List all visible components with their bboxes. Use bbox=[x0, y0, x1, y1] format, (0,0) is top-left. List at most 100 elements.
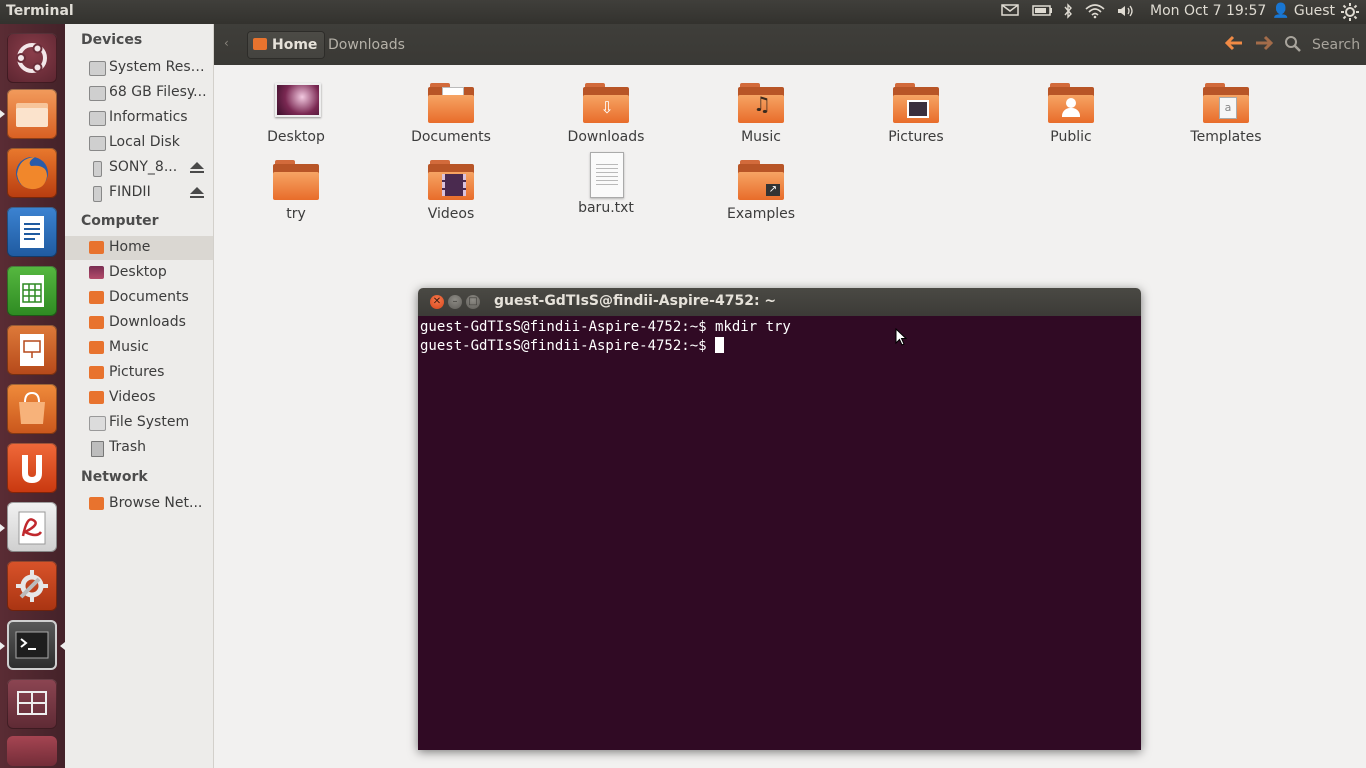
home-folder-icon bbox=[253, 38, 267, 50]
file-item-label: Public bbox=[1050, 129, 1092, 145]
search-button[interactable]: Search bbox=[1312, 37, 1360, 53]
sidebar-item-music[interactable]: Music bbox=[65, 336, 213, 360]
calc-icon bbox=[20, 275, 44, 307]
file-item-label: Examples bbox=[726, 206, 796, 222]
launcher-ubuntu-one[interactable] bbox=[7, 443, 57, 493]
launcher-libreoffice-impress[interactable] bbox=[7, 325, 57, 375]
sidebar-section-network: Network bbox=[81, 469, 148, 485]
sidebar-item-videos[interactable]: Videos bbox=[65, 386, 213, 410]
drive-icon bbox=[89, 61, 106, 76]
file-manager-toolbar: ‹ Home Downloads Search bbox=[214, 24, 1366, 65]
file-item-pictures[interactable]: Pictures bbox=[856, 81, 976, 145]
text-file-icon bbox=[583, 152, 629, 200]
forward-arrow-icon[interactable] bbox=[1254, 34, 1274, 56]
launcher-workspace-switcher[interactable] bbox=[7, 679, 57, 729]
file-item-label: Videos bbox=[427, 206, 475, 222]
sidebar-item-pictures[interactable]: Pictures bbox=[65, 361, 213, 385]
file-item-label: Music bbox=[741, 129, 781, 145]
volume-icon[interactable] bbox=[1116, 3, 1136, 21]
launcher-software-center[interactable] bbox=[7, 384, 57, 434]
sidebar-section-devices: Devices bbox=[81, 32, 143, 48]
search-icon[interactable] bbox=[1284, 35, 1302, 57]
user-menu[interactable]: 👤 Guest bbox=[1272, 3, 1335, 19]
sidebar-item-local-disk[interactable]: Local Disk bbox=[65, 131, 213, 155]
launcher-dash-home[interactable] bbox=[7, 33, 57, 83]
file-item-music[interactable]: ♫ Music bbox=[701, 81, 821, 145]
desktop-folder-icon bbox=[89, 266, 104, 279]
public-folder-icon bbox=[1048, 81, 1094, 123]
sidebar-item-home[interactable]: Home bbox=[65, 236, 213, 260]
clock[interactable]: Mon Oct 7 19:57 bbox=[1150, 3, 1266, 19]
terminal-body[interactable]: guest-GdTIsS@findii-Aspire-4752:~$ mkdir… bbox=[418, 316, 1141, 750]
filesystem-icon bbox=[89, 416, 106, 431]
sidebar-item-68gb-filesystem[interactable]: 68 GB Filesy... bbox=[65, 81, 213, 105]
file-item-try[interactable]: try bbox=[236, 158, 356, 222]
pictures-folder-icon bbox=[89, 366, 104, 379]
file-item-desktop[interactable]: Desktop bbox=[236, 81, 356, 145]
launcher-libreoffice-writer[interactable] bbox=[7, 207, 57, 257]
battery-icon[interactable] bbox=[1032, 3, 1054, 21]
launcher-firefox[interactable] bbox=[7, 148, 57, 198]
back-arrow-icon[interactable] bbox=[1224, 34, 1244, 56]
videos-folder-icon bbox=[89, 391, 104, 404]
launcher-system-settings[interactable] bbox=[7, 561, 57, 611]
documents-folder-icon bbox=[428, 81, 474, 123]
terminal-line: guest-GdTIsS@findii-Aspire-4752:~$ mkdir… bbox=[420, 319, 791, 335]
maximize-button[interactable]: □ bbox=[466, 295, 480, 309]
sidebar-item-desktop[interactable]: Desktop bbox=[65, 261, 213, 285]
sidebar-item-trash[interactable]: Trash bbox=[65, 436, 213, 460]
writer-icon bbox=[20, 216, 44, 248]
mail-icon[interactable] bbox=[1001, 3, 1019, 21]
sidebar-item-system-reserved[interactable]: System Rese... bbox=[65, 56, 213, 80]
launcher-files[interactable] bbox=[7, 89, 57, 139]
file-item-documents[interactable]: Documents bbox=[391, 81, 511, 145]
sidebar-item-documents[interactable]: Documents bbox=[65, 286, 213, 310]
sidebar-item-label: Downloads bbox=[109, 314, 186, 330]
sidebar-item-findii-drive[interactable]: FINDII bbox=[65, 181, 213, 205]
path-scroll-left-icon[interactable]: ‹ bbox=[224, 36, 229, 50]
sidebar-item-label: System Rese... bbox=[109, 59, 209, 75]
file-item-baru-txt[interactable]: baru.txt bbox=[546, 152, 666, 216]
eject-icon[interactable] bbox=[190, 162, 204, 173]
sidebar-item-label: 68 GB Filesy... bbox=[109, 84, 207, 100]
power-gear-icon[interactable] bbox=[1341, 3, 1359, 21]
close-button[interactable]: ✕ bbox=[430, 295, 444, 309]
user-name: Guest bbox=[1293, 3, 1336, 19]
file-item-public[interactable]: Public bbox=[1011, 81, 1131, 145]
launcher-terminal[interactable] bbox=[7, 620, 57, 670]
terminal-window[interactable]: ✕ – □ guest-GdTIsS@findii-Aspire-4752: ~… bbox=[418, 288, 1141, 750]
sidebar-item-label: Music bbox=[109, 339, 149, 355]
sidebar-item-sony-drive[interactable]: SONY_8... bbox=[65, 156, 213, 180]
eject-icon[interactable] bbox=[190, 187, 204, 198]
launcher-libreoffice-calc[interactable] bbox=[7, 266, 57, 316]
software-center-icon bbox=[19, 391, 45, 424]
sidebar-item-informatics[interactable]: Informatics bbox=[65, 106, 213, 130]
trash-icon bbox=[91, 441, 104, 457]
running-indicator bbox=[0, 524, 5, 532]
file-item-videos[interactable]: Videos bbox=[391, 158, 511, 222]
drive-icon bbox=[89, 111, 106, 126]
file-item-downloads[interactable]: ⇩ Downloads bbox=[546, 81, 666, 145]
sidebar-item-browse-network[interactable]: Browse Net... bbox=[65, 492, 213, 516]
minimize-button[interactable]: – bbox=[448, 295, 462, 309]
sidebar-item-label: Videos bbox=[109, 389, 156, 405]
launcher-overflow-icons[interactable] bbox=[7, 736, 57, 766]
sidebar-item-label: Documents bbox=[109, 289, 189, 305]
templates-folder-icon: a bbox=[1203, 81, 1249, 123]
file-item-label: Templates bbox=[1190, 129, 1262, 145]
sidebar-item-file-system[interactable]: File System bbox=[65, 411, 213, 435]
path-button-home[interactable]: Home bbox=[248, 32, 324, 58]
terminal-icon bbox=[15, 631, 49, 659]
unity-launcher bbox=[0, 24, 66, 768]
wifi-icon[interactable] bbox=[1085, 3, 1105, 21]
bluetooth-icon[interactable] bbox=[1063, 3, 1073, 21]
launcher-document-viewer[interactable] bbox=[7, 502, 57, 552]
drive-icon bbox=[89, 136, 106, 151]
file-item-examples[interactable]: ↗ Examples bbox=[701, 158, 821, 222]
path-button-downloads[interactable]: Downloads bbox=[328, 37, 405, 53]
sidebar-item-downloads[interactable]: Downloads bbox=[65, 311, 213, 335]
terminal-titlebar[interactable]: ✕ – □ guest-GdTIsS@findii-Aspire-4752: ~ bbox=[418, 288, 1141, 316]
file-item-templates[interactable]: a Templates bbox=[1166, 81, 1286, 145]
terminal-prompt: guest-GdTIsS@findii-Aspire-4752:~$ bbox=[420, 338, 716, 354]
ubuntu-one-icon bbox=[22, 455, 42, 483]
